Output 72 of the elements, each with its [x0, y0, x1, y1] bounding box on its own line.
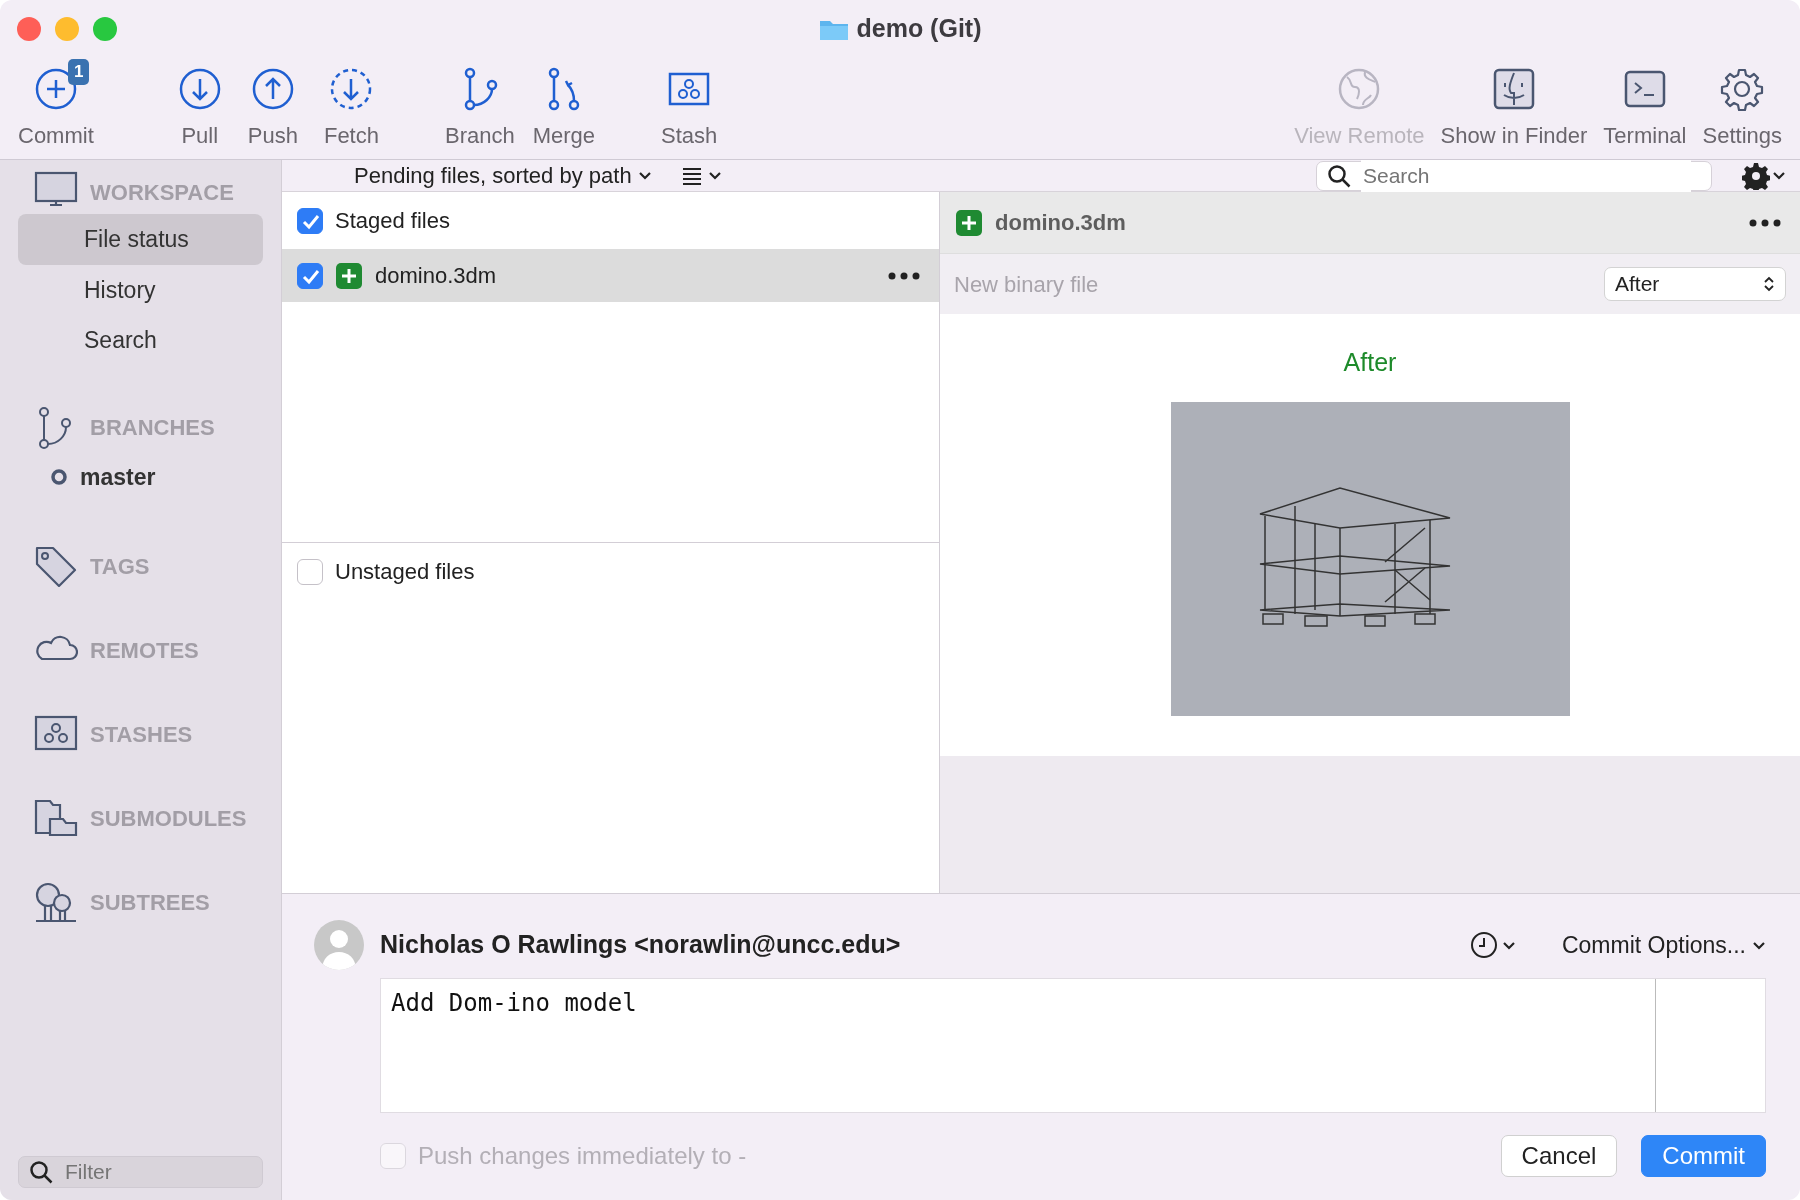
file-name: domino.3dm [375, 262, 497, 290]
toolbar-button[interactable]: Terminal [1597, 67, 1693, 152]
file-name: domino.3dm [995, 209, 1126, 237]
toolbar-button[interactable]: Fetch [317, 67, 385, 152]
file-row[interactable]: domino.3dm [282, 249, 939, 302]
search-icon [29, 1160, 53, 1184]
chevron-down-icon [1501, 939, 1516, 951]
section-header: WORKSPACE [90, 178, 234, 207]
sidebar-item[interactable]: History [18, 264, 263, 315]
plus-square-icon [955, 208, 983, 237]
up-down-chevron-icon [1763, 276, 1775, 292]
globe-icon [1337, 67, 1382, 111]
search-field[interactable]: Search [1316, 160, 1712, 191]
group-label: Unstaged files [335, 558, 475, 586]
count-badge: 1 [68, 59, 90, 85]
avatar [314, 920, 364, 970]
search-input[interactable]: Search [1361, 158, 1691, 193]
section-header: BRANCHES [90, 414, 215, 442]
more-icon [1749, 218, 1781, 227]
actions-menu[interactable] [1742, 161, 1786, 190]
section-header: TAGS [90, 552, 150, 581]
current-branch-icon [50, 467, 68, 486]
sidebar-item[interactable]: File status [18, 214, 263, 265]
filter-input[interactable]: Filter [63, 1155, 243, 1189]
down-arrow-circle-icon [177, 67, 222, 111]
history-menu[interactable] [1469, 931, 1516, 959]
close-button[interactable] [17, 17, 41, 41]
view-options-menu[interactable] [681, 165, 722, 186]
chevron-down-icon [707, 170, 722, 181]
chevron-down-icon [637, 170, 652, 181]
group-label: Staged files [335, 207, 450, 235]
chevron-down-icon [1752, 939, 1766, 951]
smiling-face-icon [1492, 67, 1536, 111]
trees-icon [34, 881, 78, 923]
section-header: STASHES [90, 720, 193, 749]
window-title: demo (Git) [856, 13, 982, 44]
view-select[interactable]: After [1604, 267, 1786, 301]
author-name: Nicholas O Rawlings <norawlin@uncc.edu> [380, 929, 901, 961]
section-header: SUBMODULES [90, 804, 247, 833]
checkbox[interactable] [297, 207, 323, 234]
list-icon [681, 165, 702, 186]
toolbar-button[interactable]: Branch [438, 67, 521, 152]
toolbar-button[interactable]: Stash [655, 67, 724, 152]
toolbar-button[interactable]: Show in Finder [1434, 67, 1594, 152]
section-header: SUBTREES [90, 888, 210, 917]
file-note: New binary file [954, 270, 1099, 299]
folders-icon [34, 797, 78, 839]
action-button[interactable]: Cancel [1500, 1135, 1618, 1177]
toolbar-button[interactable]: Pull [171, 67, 228, 152]
chevron-down-icon [1772, 170, 1786, 181]
branch-item[interactable]: master [18, 449, 263, 504]
action-button[interactable]: Commit [1641, 1135, 1766, 1177]
push-label: Push changes immediately to - [418, 1141, 747, 1171]
section-header: REMOTES [90, 636, 199, 665]
checkbox[interactable] [297, 558, 323, 585]
toolbar-button[interactable]: Push [241, 67, 304, 152]
gear-icon [1742, 161, 1770, 190]
toolbar-button[interactable]: Settings [1696, 67, 1788, 152]
tag-icon [34, 545, 78, 587]
sidebar-item[interactable]: Search [18, 315, 263, 366]
checkbox[interactable] [297, 262, 323, 289]
preview-label: After [1343, 347, 1397, 378]
filter-field[interactable]: Filter [18, 1156, 263, 1188]
more-icon [888, 271, 920, 280]
clock-icon [1469, 931, 1498, 959]
up-arrow-circle-icon [250, 67, 295, 111]
toolbar-button[interactable]: Merge [526, 67, 602, 152]
sort-menu[interactable]: Pending files, sorted by path [354, 159, 652, 192]
settings-icon [1720, 67, 1765, 111]
plus-square-icon [335, 261, 363, 290]
commit-options-menu[interactable]: Commit Options... [1561, 927, 1766, 963]
search-icon [1327, 163, 1351, 188]
